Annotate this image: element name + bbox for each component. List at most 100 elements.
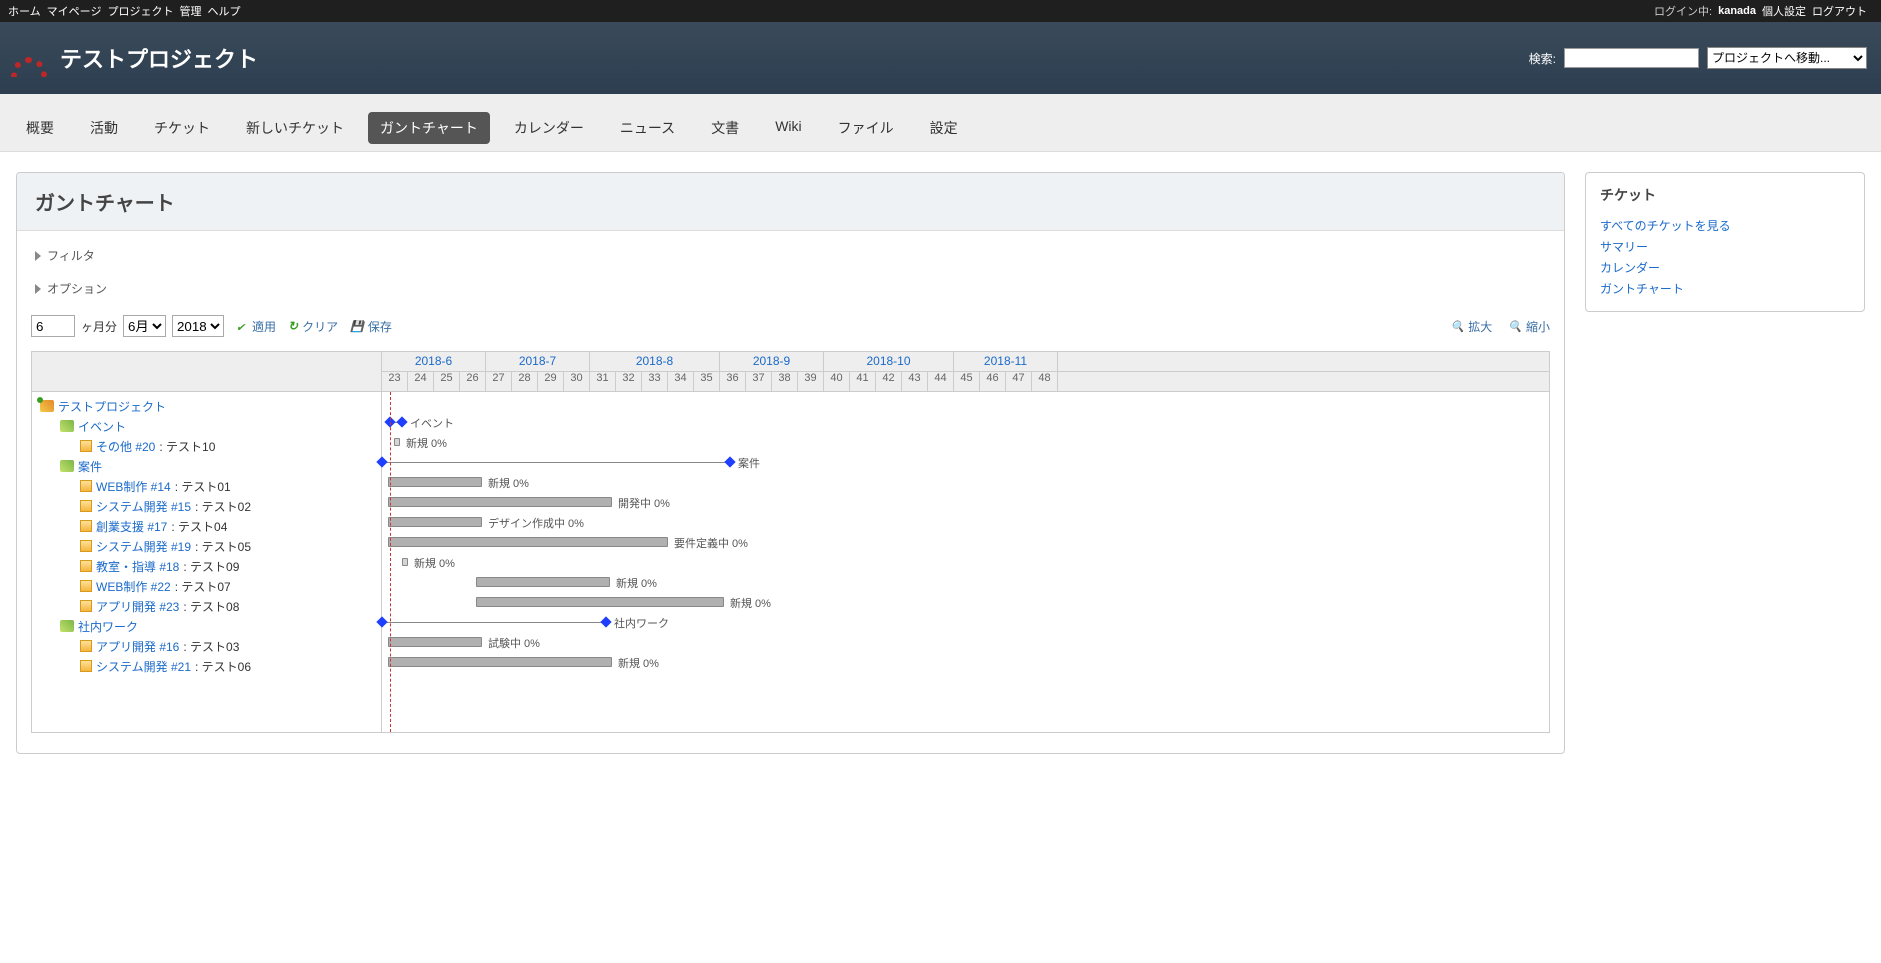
sidebar-link[interactable]: サマリー — [1600, 236, 1850, 257]
tree-link[interactable]: 案件 — [78, 458, 102, 475]
milestone-diamond-icon — [600, 616, 611, 627]
gantt-row: 新規 0% — [382, 472, 1549, 492]
tree-row: システム開発 #15: テスト02 — [32, 496, 381, 516]
top-nav-link[interactable]: ホーム — [8, 6, 41, 18]
tree-link[interactable]: 社内ワーク — [78, 618, 138, 635]
week-header: 35 — [694, 372, 720, 391]
main-menu-item[interactable]: 文書 — [699, 112, 751, 144]
task-bar[interactable] — [402, 558, 408, 566]
week-header: 33 — [642, 372, 668, 391]
zoom-out-icon — [1508, 319, 1522, 333]
tree-link[interactable]: イベント — [78, 418, 126, 435]
gantt-row: 新規 0% — [382, 592, 1549, 612]
project-title[interactable]: テストプロジェクト — [60, 42, 258, 74]
month-select[interactable]: 6月 — [123, 315, 166, 337]
week-header: 46 — [980, 372, 1006, 391]
tree-link[interactable]: 創業支援 #17 — [96, 518, 167, 535]
task-bar[interactable] — [388, 537, 668, 547]
current-user[interactable]: kanada — [1718, 5, 1756, 17]
task-label: 新規 0% — [488, 475, 529, 491]
top-nav-link[interactable]: 個人設定 — [1762, 6, 1806, 18]
year-select[interactable]: 2018 — [172, 315, 224, 337]
top-nav-link[interactable]: プロジェクト — [107, 6, 173, 18]
zoom-out-button[interactable]: 縮小 — [1508, 318, 1550, 335]
gantt-row: 試験中 0% — [382, 632, 1549, 652]
tree-row: WEB制作 #22: テスト07 — [32, 576, 381, 596]
main-menu-item[interactable]: 設定 — [918, 112, 970, 144]
tree-row: イベント — [32, 416, 381, 436]
page-title: ガントチャート — [35, 187, 1546, 216]
task-bar[interactable] — [388, 477, 482, 487]
main-menu-item[interactable]: ファイル — [826, 112, 906, 144]
check-icon — [236, 320, 248, 332]
sidebar-link[interactable]: ガントチャート — [1600, 278, 1850, 299]
clear-button[interactable]: クリア — [288, 318, 338, 335]
task-bar[interactable] — [388, 657, 612, 667]
tree-link[interactable]: システム開発 #21 — [96, 658, 191, 675]
task-bar[interactable] — [388, 497, 612, 507]
week-header: 44 — [928, 372, 954, 391]
gantt-tree-header — [32, 352, 381, 392]
tree-link[interactable]: システム開発 #19 — [96, 538, 191, 555]
today-line — [390, 392, 391, 732]
sidebar-link[interactable]: すべてのチケットを見る — [1600, 215, 1850, 236]
month-header[interactable]: 2018-11 — [954, 352, 1058, 371]
sidebar-link[interactable]: カレンダー — [1600, 257, 1850, 278]
month-header[interactable]: 2018-8 — [590, 352, 720, 371]
task-bar[interactable] — [388, 637, 482, 647]
month-header[interactable]: 2018-7 — [486, 352, 590, 371]
tree-link[interactable]: WEB制作 #22 — [96, 578, 171, 595]
week-header: 25 — [434, 372, 460, 391]
tree-link[interactable]: 教室・指導 #18 — [96, 558, 179, 575]
task-bar[interactable] — [388, 517, 482, 527]
tree-link[interactable]: アプリ開発 #16 — [96, 638, 179, 655]
tree-link[interactable]: システム開発 #15 — [96, 498, 191, 515]
main-menu-item[interactable]: ニュース — [608, 112, 687, 144]
sidebar-tickets-box: チケット すべてのチケットを見るサマリーカレンダーガントチャート — [1585, 172, 1865, 312]
project-jump-select[interactable]: プロジェクトへ移動... — [1707, 47, 1867, 69]
ticket-icon — [80, 640, 92, 652]
save-button[interactable]: 保存 — [350, 318, 392, 335]
main-menu-item[interactable]: ガントチャート — [368, 112, 490, 144]
tree-row: システム開発 #21: テスト06 — [32, 656, 381, 676]
apply-button[interactable]: 適用 — [236, 318, 276, 335]
gantt-row: 新規 0% — [382, 432, 1549, 452]
top-nav-link[interactable]: ログアウト — [1812, 6, 1867, 18]
main-menu-item[interactable]: チケット — [142, 112, 222, 144]
month-header[interactable]: 2018-9 — [720, 352, 824, 371]
gantt-row: 案件 — [382, 452, 1549, 472]
main-menu-item[interactable]: 活動 — [78, 112, 130, 144]
zoom-in-button[interactable]: 拡大 — [1451, 318, 1493, 335]
month-header[interactable]: 2018-10 — [824, 352, 954, 371]
task-bar[interactable] — [476, 597, 724, 607]
month-header[interactable]: 2018-6 — [382, 352, 486, 371]
tree-link[interactable]: WEB制作 #14 — [96, 478, 171, 495]
tree-link[interactable]: アプリ開発 #23 — [96, 598, 179, 615]
login-label: ログイン中: — [1654, 3, 1712, 19]
months-input[interactable] — [31, 315, 75, 337]
filter-toggle[interactable]: フィルタ — [31, 239, 1550, 272]
main-menu-item[interactable]: 概要 — [14, 112, 66, 144]
search-input[interactable] — [1564, 48, 1699, 68]
top-nav-link[interactable]: ヘルプ — [207, 6, 240, 18]
milestone-diamond-icon — [724, 456, 735, 467]
main-menu-item[interactable]: カレンダー — [502, 112, 596, 144]
tree-link[interactable]: その他 #20 — [96, 438, 155, 455]
top-nav-link[interactable]: マイページ — [47, 6, 102, 18]
version-label[interactable]: 案件 — [738, 455, 760, 471]
top-nav-link[interactable]: 管理 — [179, 6, 201, 18]
main-menu-item[interactable]: 新しいチケット — [234, 112, 356, 144]
tree-link[interactable]: テストプロジェクト — [58, 398, 166, 415]
tree-row: アプリ開発 #16: テスト03 — [32, 636, 381, 656]
task-bar[interactable] — [476, 577, 610, 587]
tree-row: 案件 — [32, 456, 381, 476]
main-menu-item[interactable]: Wiki — [763, 112, 813, 140]
gantt-row: 社内ワーク — [382, 612, 1549, 632]
week-header: 45 — [954, 372, 980, 391]
version-label[interactable]: イベント — [410, 415, 454, 431]
ticket-icon — [80, 440, 92, 452]
options-toggle[interactable]: オプション — [31, 272, 1550, 305]
version-label[interactable]: 社内ワーク — [614, 615, 669, 631]
week-header: 31 — [590, 372, 616, 391]
task-bar[interactable] — [394, 438, 400, 446]
